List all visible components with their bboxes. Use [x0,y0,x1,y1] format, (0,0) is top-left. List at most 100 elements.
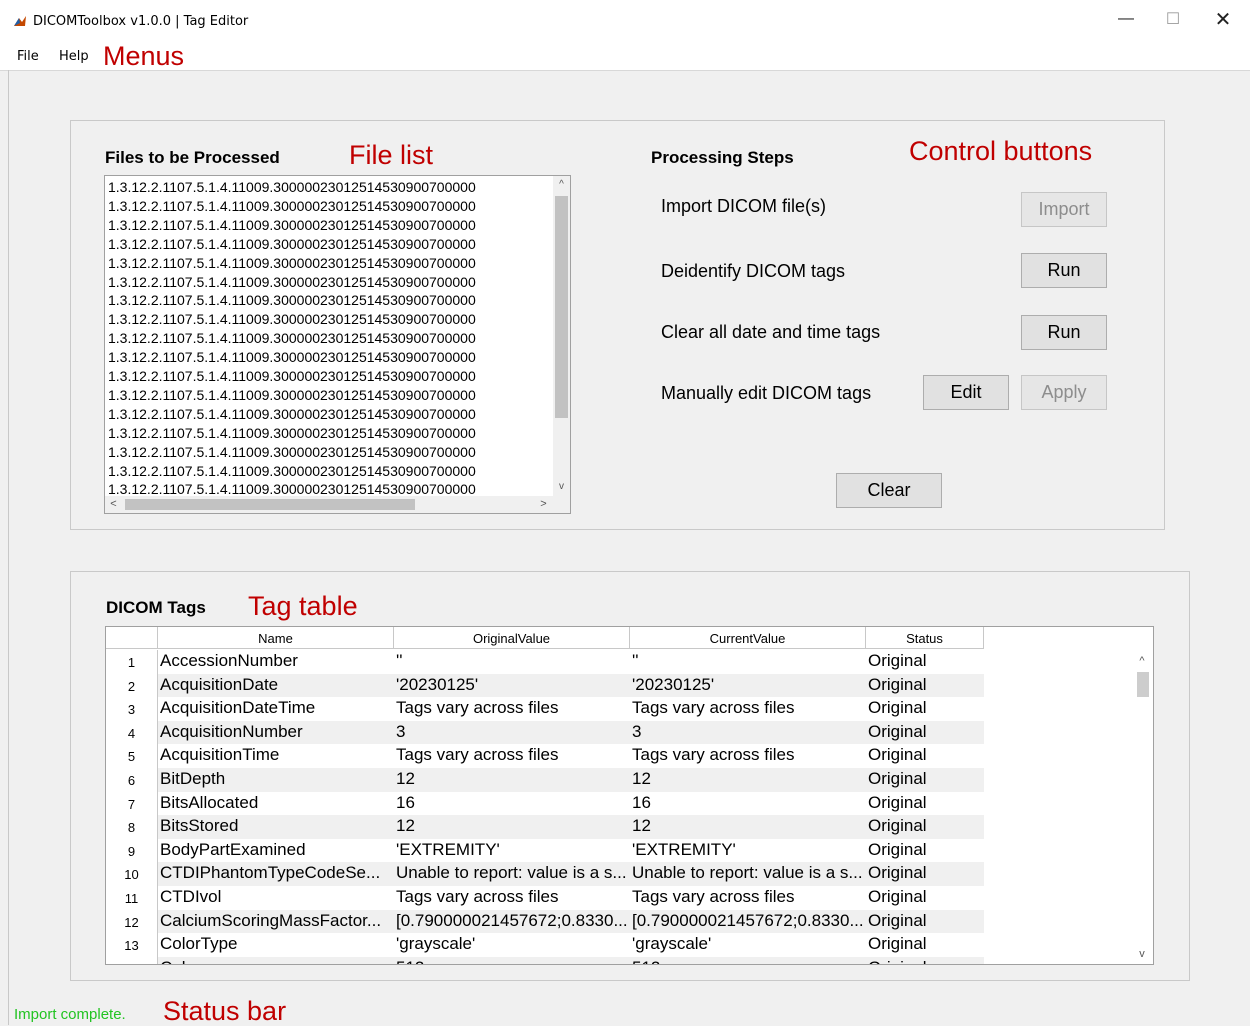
cell-original-value[interactable]: 3 [394,721,630,745]
file-list-item[interactable]: 1.3.12.2.1107.5.1.4.11009.30000023012514… [108,424,553,443]
cell-name[interactable]: Columns [158,957,394,964]
cell-current-value[interactable]: 12 [630,815,866,839]
file-list-horizontal-scrollbar[interactable]: < > [105,496,570,513]
cell-status[interactable]: Original [866,933,984,957]
cell-status[interactable]: Original [866,744,984,768]
file-list-item[interactable]: 1.3.12.2.1107.5.1.4.11009.30000023012514… [108,254,553,273]
menu-help[interactable]: Help [59,49,89,64]
scroll-left-icon[interactable]: < [105,496,122,513]
cell-original-value[interactable]: 'grayscale' [394,933,630,957]
tag-table[interactable]: Name OriginalValue CurrentValue Status 1… [105,626,1154,965]
cell-status[interactable]: Original [866,862,984,886]
scroll-thumb[interactable] [125,499,415,510]
column-header-name[interactable]: Name [158,627,394,649]
file-list-vertical-scrollbar[interactable]: ^ v [553,176,570,496]
cell-original-value[interactable]: 12 [394,815,630,839]
cell-name[interactable]: AcquisitionDateTime [158,697,394,721]
cell-current-value[interactable]: Tags vary across files [630,697,866,721]
table-row[interactable]: 11 CTDIvol Tags vary across files Tags vary… [106,886,984,910]
cell-status[interactable]: Original [866,957,984,964]
cell-original-value[interactable]: '' [394,650,630,674]
cell-name[interactable]: AcquisitionNumber [158,721,394,745]
cell-name[interactable]: ColorType [158,933,394,957]
clear-button[interactable]: Clear [836,473,942,508]
scroll-right-icon[interactable]: > [535,496,552,513]
table-row[interactable]: 6 BitDepth 12 12 Original [106,768,984,792]
cell-current-value[interactable]: 12 [630,768,866,792]
cell-status[interactable]: Original [866,768,984,792]
cell-current-value[interactable]: 16 [630,792,866,816]
cell-current-value[interactable]: Tags vary across files [630,886,866,910]
cell-name[interactable]: BitsStored [158,815,394,839]
table-row[interactable]: 4 AcquisitionNumber 3 3 Original [106,720,984,745]
table-row[interactable]: 2 AcquisitionDate '20230125' '20230125' Orig… [106,673,984,698]
close-button[interactable]: ✕ [1200,4,1246,34]
cell-original-value[interactable]: 'EXTREMITY' [394,839,630,863]
menu-file[interactable]: File [17,49,39,64]
column-header-status[interactable]: Status [866,627,984,649]
file-list[interactable]: 1.3.12.2.1107.5.1.4.11009.30000023012514… [104,175,571,514]
table-row[interactable]: 9 BodyPartExamined 'EXTREMITY' 'EXTREMITY' O… [106,838,984,863]
cell-status[interactable]: Original [866,721,984,745]
cell-name[interactable]: AcquisitionTime [158,744,394,768]
table-row[interactable]: 10 CTDIPhantomTypeCodeSe... Unable to repo… [106,862,984,886]
scroll-down-icon[interactable]: v [553,478,570,496]
deidentify-run-button[interactable]: Run [1021,253,1107,288]
table-vertical-scrollbar[interactable]: ^ v [1131,627,1153,964]
clear-dates-run-button[interactable]: Run [1021,315,1107,350]
file-list-item[interactable]: 1.3.12.2.1107.5.1.4.11009.30000023012514… [108,291,553,310]
cell-status[interactable]: Original [866,815,984,839]
maximize-button[interactable]: ☐ [1150,4,1196,34]
cell-name[interactable]: AccessionNumber [158,650,394,674]
table-row[interactable]: 5 AcquisitionTime Tags vary across files Ta… [106,744,984,768]
cell-current-value[interactable]: 'grayscale' [630,933,866,957]
table-row[interactable]: 3 AcquisitionDateTime Tags vary across fil… [106,697,984,721]
scroll-thumb[interactable] [555,196,568,418]
cell-name[interactable]: AcquisitionDate [158,674,394,698]
cell-original-value[interactable]: Unable to report: value is a s... [394,862,630,886]
apply-button[interactable]: Apply [1021,375,1107,410]
table-row[interactable]: 14Columns512512Original [106,956,984,964]
cell-current-value[interactable]: [0.790000021457672;0.8330... [630,910,866,934]
file-list-item[interactable]: 1.3.12.2.1107.5.1.4.11009.30000023012514… [108,443,553,462]
cell-current-value[interactable]: Tags vary across files [630,744,866,768]
scroll-down-icon[interactable]: v [1131,944,1153,964]
cell-status[interactable]: Original [866,839,984,863]
cell-original-value[interactable]: 512 [394,957,630,964]
file-list-item[interactable]: 1.3.12.2.1107.5.1.4.11009.30000023012514… [108,235,553,254]
cell-original-value[interactable]: 12 [394,768,630,792]
cell-original-value[interactable]: Tags vary across files [394,744,630,768]
column-header-original-value[interactable]: OriginalValue [394,627,630,649]
cell-original-value[interactable]: '20230125' [394,674,630,698]
scroll-up-icon[interactable]: ^ [1131,651,1153,671]
table-row[interactable]: 7 BitsAllocated 16 16 Original [106,791,984,816]
import-button[interactable]: Import [1021,192,1107,227]
file-list-item[interactable]: 1.3.12.2.1107.5.1.4.11009.30000023012514… [108,197,553,216]
file-list-item[interactable]: 1.3.12.2.1107.5.1.4.11009.30000023012514… [108,386,553,405]
edit-button[interactable]: Edit [923,375,1009,410]
cell-original-value[interactable]: Tags vary across files [394,697,630,721]
cell-name[interactable]: BitDepth [158,768,394,792]
table-row[interactable]: 8 BitsStored 12 12 Original [106,815,984,839]
cell-current-value[interactable]: '20230125' [630,674,866,698]
file-list-item[interactable]: 1.3.12.2.1107.5.1.4.11009.30000023012514… [108,178,553,197]
cell-current-value[interactable]: Unable to report: value is a s... [630,862,866,886]
table-row[interactable]: 12 CalciumScoringMassFactor... [0.79000002… [106,909,984,934]
cell-name[interactable]: CalciumScoringMassFactor... [158,910,394,934]
cell-status[interactable]: Original [866,650,984,674]
cell-name[interactable]: BodyPartExamined [158,839,394,863]
cell-status[interactable]: Original [866,886,984,910]
cell-name[interactable]: BitsAllocated [158,792,394,816]
cell-original-value[interactable]: Tags vary across files [394,886,630,910]
file-list-item[interactable]: 1.3.12.2.1107.5.1.4.11009.30000023012514… [108,367,553,386]
file-list-item[interactable]: 1.3.12.2.1107.5.1.4.11009.30000023012514… [108,216,553,235]
cell-status[interactable]: Original [866,674,984,698]
cell-name[interactable]: CTDIPhantomTypeCodeSe... [158,862,394,886]
scroll-up-icon[interactable]: ^ [553,176,570,194]
cell-original-value[interactable]: [0.790000021457672;0.8330... [394,910,630,934]
column-header-current-value[interactable]: CurrentValue [630,627,866,649]
file-list-item[interactable]: 1.3.12.2.1107.5.1.4.11009.30000023012514… [108,310,553,329]
file-list-item[interactable]: 1.3.12.2.1107.5.1.4.11009.30000023012514… [108,273,553,292]
cell-status[interactable]: Original [866,910,984,934]
file-list-item[interactable]: 1.3.12.2.1107.5.1.4.11009.30000023012514… [108,405,553,424]
